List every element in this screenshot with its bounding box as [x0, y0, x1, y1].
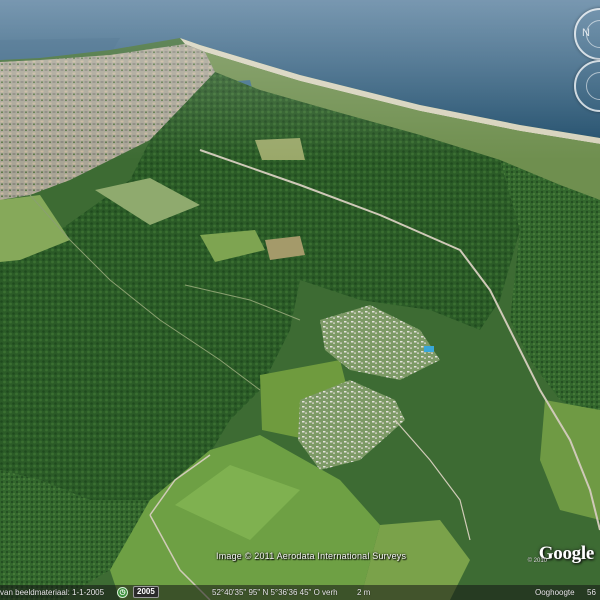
- north-indicator-icon: N: [582, 27, 590, 39]
- google-logo: Google: [538, 543, 595, 565]
- historical-imagery-icon[interactable]: ◷: [117, 587, 128, 598]
- status-bar: van beeldmateriaal: 1-1-2005 ◷ 2005 52°4…: [0, 585, 600, 600]
- eye-altitude-label: Ooghoogte: [535, 588, 575, 597]
- satellite-imagery[interactable]: [0, 0, 600, 600]
- google-logo-text: Google: [538, 543, 595, 564]
- imagery-date: van beeldmateriaal: 1-1-2005: [0, 588, 105, 597]
- elevation-readout: 2 m: [357, 588, 371, 597]
- coordinates-readout: 52°40'35" 95" N 5°36'36 45" O verh: [212, 588, 338, 597]
- swimming-pool: [424, 346, 434, 352]
- imagery-copyright: Image © 2011 Aerodata International Surv…: [216, 551, 407, 561]
- year-badge[interactable]: 2005: [133, 586, 159, 598]
- map-viewport[interactable]: N Image © 2011 Aerodata International Su…: [0, 0, 600, 600]
- eye-altitude-value: 56: [587, 588, 596, 597]
- haze: [0, 0, 600, 160]
- look-joystick-inner: [586, 72, 600, 100]
- logo-year: © 2010: [527, 558, 547, 564]
